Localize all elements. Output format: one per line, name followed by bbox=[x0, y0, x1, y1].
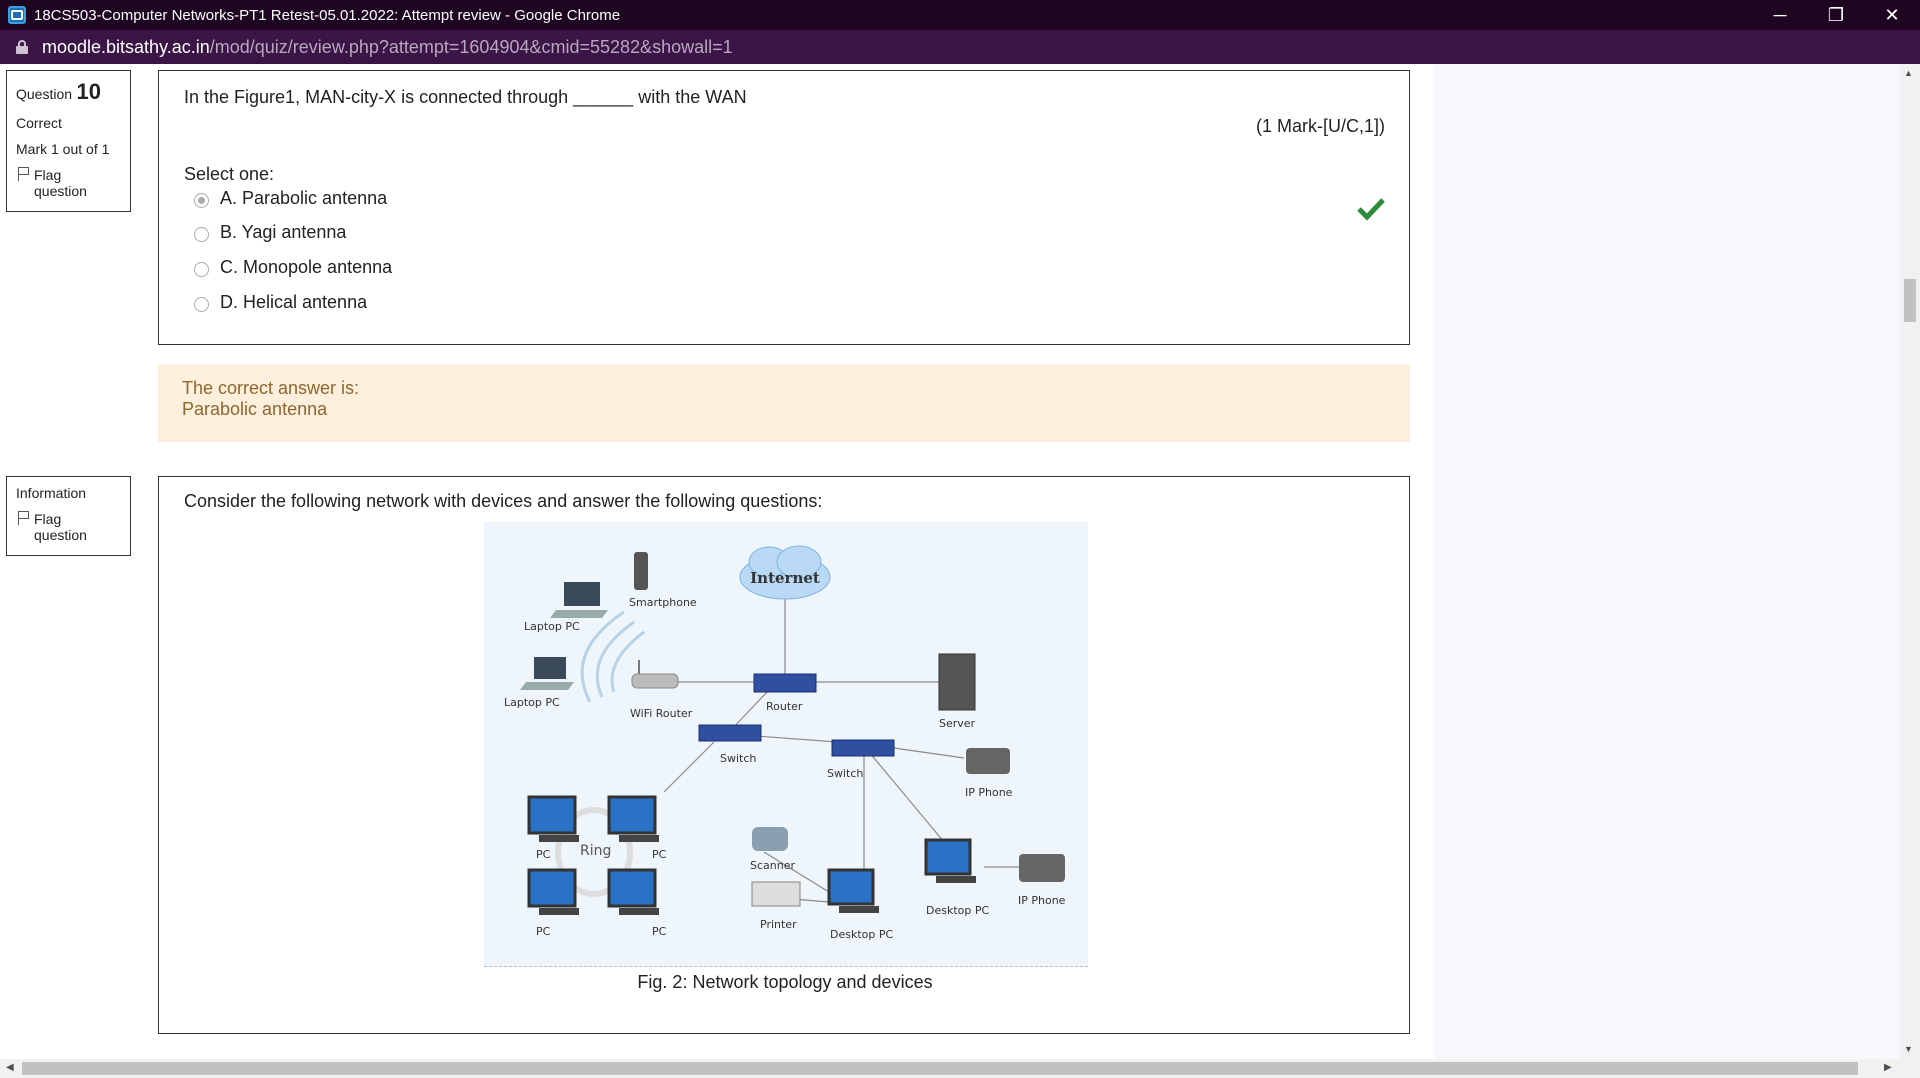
horizontal-scrollbar[interactable]: ◀ ▶ bbox=[0, 1059, 1920, 1078]
smartphone-label: Smartphone bbox=[629, 596, 697, 609]
minimize-button[interactable]: ─ bbox=[1752, 0, 1808, 30]
information-info-box: Information Flag question bbox=[6, 476, 131, 556]
feedback-heading: The correct answer is: bbox=[182, 378, 360, 398]
laptop-icon bbox=[550, 582, 608, 618]
scanner-icon bbox=[752, 827, 788, 851]
laptop-pc-label: Laptop PC bbox=[524, 620, 580, 633]
wifi-router-icon bbox=[631, 660, 679, 689]
option-b[interactable]: B. Yagi antenna bbox=[194, 222, 346, 243]
question-label: Question bbox=[16, 86, 73, 102]
ip-phone-label: IP Phone bbox=[965, 786, 1013, 799]
desktop-pc-label: Desktop PC bbox=[830, 928, 893, 941]
option-a-label: A. Parabolic antenna bbox=[220, 188, 388, 208]
vertical-scrollbar[interactable]: ▲ ▼ bbox=[1900, 64, 1920, 1059]
question-content-box: In the Figure1, MAN-city-X is connected … bbox=[158, 70, 1410, 345]
option-d[interactable]: D. Helical antenna bbox=[194, 292, 367, 313]
window-title: 18CS503-Computer Networks-PT1 Retest-05.… bbox=[34, 6, 621, 24]
pc-icon bbox=[607, 868, 659, 915]
pc-icon bbox=[527, 868, 579, 915]
information-label: Information bbox=[16, 485, 87, 501]
router-icon bbox=[753, 673, 817, 693]
radio-option-c[interactable] bbox=[194, 262, 209, 277]
switch-label: Switch bbox=[720, 752, 756, 765]
wifi-router-label: WiFi Router bbox=[630, 707, 693, 720]
option-d-label: D. Helical antenna bbox=[220, 292, 368, 312]
lock-icon[interactable] bbox=[16, 40, 28, 54]
question-marks: (1 Mark-[U/C,1]) bbox=[1255, 116, 1385, 136]
server-icon bbox=[938, 653, 976, 711]
scroll-left-icon[interactable]: ◀ bbox=[6, 1062, 14, 1073]
radio-option-d[interactable] bbox=[194, 297, 209, 312]
window-titlebar: 18CS503-Computer Networks-PT1 Retest-05.… bbox=[0, 0, 1920, 30]
question-info-box: Question 10 Correct Mark 1 out of 1 Flag… bbox=[6, 70, 131, 212]
router-label: Router bbox=[766, 700, 803, 713]
pc-label: PC bbox=[652, 925, 667, 938]
page-content: Question 10 Correct Mark 1 out of 1 Flag… bbox=[0, 64, 1900, 1059]
pc-label: PC bbox=[536, 925, 551, 938]
desktop-pc-label: Desktop PC bbox=[926, 904, 989, 917]
option-c-label: C. Monopole antenna bbox=[220, 257, 393, 277]
ip-phone-icon bbox=[966, 748, 1010, 774]
pc-icon bbox=[527, 795, 579, 842]
radio-option-b[interactable] bbox=[194, 227, 209, 242]
information-text: Consider the following network with devi… bbox=[184, 491, 823, 511]
internet-label: Internet bbox=[750, 569, 820, 587]
option-a[interactable]: A. Parabolic antenna bbox=[194, 188, 387, 209]
question-number: 10 bbox=[76, 79, 101, 104]
scroll-down-icon[interactable]: ▼ bbox=[1904, 1044, 1913, 1054]
radio-option-a[interactable] bbox=[194, 193, 209, 208]
smartphone-icon bbox=[634, 552, 648, 590]
laptop-pc-label: Laptop PC bbox=[504, 696, 560, 709]
option-c[interactable]: C. Monopole antenna bbox=[194, 257, 392, 278]
scroll-right-icon[interactable]: ▶ bbox=[1884, 1062, 1892, 1073]
network-figure: Internet Smartphone Laptop PC Laptop PC … bbox=[484, 522, 1088, 967]
switch-label: Switch bbox=[827, 767, 863, 780]
printer-label: Printer bbox=[760, 918, 797, 931]
scanner-label: Scanner bbox=[750, 859, 795, 872]
server-label: Server bbox=[939, 717, 976, 730]
pc-icon bbox=[607, 795, 659, 842]
window-controls: ─ ❐ ✕ bbox=[1752, 0, 1920, 30]
restore-button[interactable]: ❐ bbox=[1808, 0, 1864, 30]
ring-label: Ring bbox=[580, 843, 611, 859]
scroll-up-icon[interactable]: ▲ bbox=[1904, 68, 1913, 78]
flag-icon bbox=[16, 511, 30, 525]
flag-label: Flag question bbox=[34, 167, 87, 199]
correct-answer-feedback: The correct answer is: Parabolic antenna bbox=[158, 364, 1410, 442]
network-diagram: Internet Smartphone Laptop PC Laptop PC … bbox=[504, 545, 1066, 941]
url-field[interactable]: moodle.bitsathy.ac.in/mod/quiz/review.ph… bbox=[42, 37, 733, 58]
switch-icon bbox=[831, 739, 895, 757]
question-state: Correct bbox=[16, 115, 62, 131]
flag-question-link[interactable]: Flag question bbox=[16, 511, 122, 543]
flag-icon bbox=[16, 167, 30, 181]
question-text: In the Figure1, MAN-city-X is connected … bbox=[184, 87, 747, 107]
flag-label: Flag question bbox=[34, 511, 87, 543]
correct-check-icon bbox=[1357, 198, 1385, 221]
question-mark: Mark 1 out of 1 bbox=[16, 141, 110, 157]
printer-icon bbox=[751, 881, 801, 907]
close-button[interactable]: ✕ bbox=[1864, 0, 1920, 30]
laptop-icon bbox=[520, 657, 574, 690]
select-one-label: Select one: bbox=[184, 164, 275, 184]
url-path: /mod/quiz/review.php?attempt=1604904&cmi… bbox=[209, 36, 733, 57]
url-domain: moodle.bitsathy.ac.in bbox=[42, 36, 210, 57]
flag-question-link[interactable]: Flag question bbox=[16, 167, 122, 199]
desktop-pc-icon bbox=[924, 838, 976, 883]
horizontal-scroll-thumb[interactable] bbox=[22, 1062, 1858, 1075]
desktop-pc-icon bbox=[827, 868, 879, 913]
pc-label: PC bbox=[652, 848, 667, 861]
ip-phone-label: IP Phone bbox=[1018, 894, 1066, 907]
right-panel bbox=[1434, 64, 1900, 1059]
figure-caption: Fig. 2: Network topology and devices bbox=[637, 972, 933, 992]
option-b-label: B. Yagi antenna bbox=[220, 222, 347, 242]
information-content-box: Consider the following network with devi… bbox=[158, 476, 1410, 1034]
ip-phone-icon bbox=[1019, 854, 1065, 882]
internet-cloud-icon: Internet bbox=[739, 545, 831, 600]
feedback-answer: Parabolic antenna bbox=[182, 399, 328, 419]
vertical-scroll-thumb[interactable] bbox=[1904, 279, 1916, 322]
switch-icon bbox=[698, 724, 762, 742]
pc-label: PC bbox=[536, 848, 551, 861]
address-bar: moodle.bitsathy.ac.in/mod/quiz/review.ph… bbox=[0, 30, 1920, 64]
app-icon bbox=[8, 6, 26, 24]
